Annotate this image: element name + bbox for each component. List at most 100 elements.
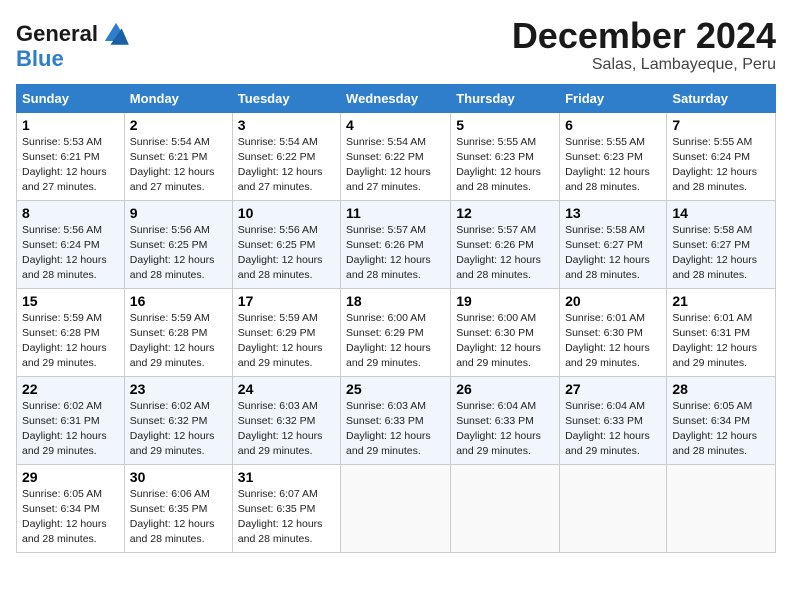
day-number: 21 xyxy=(672,293,770,309)
calendar-week-row: 8 Sunrise: 5:56 AM Sunset: 6:24 PM Daylig… xyxy=(17,200,776,288)
calendar-cell: 15Sunrise: 5:59 AM Sunset: 6:28 PM Dayli… xyxy=(17,288,125,376)
calendar-cell xyxy=(341,464,451,552)
day-number: 28 xyxy=(672,381,770,397)
cell-sun-info: Sunrise: 6:06 AM Sunset: 6:35 PM Dayligh… xyxy=(130,487,227,548)
day-number: 2 xyxy=(130,117,227,133)
cell-sun-info: Sunrise: 5:53 AM Sunset: 6:21 PM Dayligh… xyxy=(22,135,119,196)
calendar-cell: 5Sunrise: 5:55 AM Sunset: 6:23 PM Daylig… xyxy=(451,112,560,200)
calendar-header-friday: Friday xyxy=(560,84,667,112)
title-area: December 2024 Salas, Lambayeque, Peru xyxy=(512,16,776,74)
calendar-cell: 7Sunrise: 5:55 AM Sunset: 6:24 PM Daylig… xyxy=(667,112,776,200)
calendar-header-monday: Monday xyxy=(124,84,232,112)
calendar-cell: 13 Sunrise: 5:58 AM Sunset: 6:27 PM Dayli… xyxy=(560,200,667,288)
calendar-header-sunday: Sunday xyxy=(17,84,125,112)
calendar-cell: 25 Sunrise: 6:03 AM Sunset: 6:33 PM Dayli… xyxy=(341,376,451,464)
month-title: December 2024 xyxy=(512,16,776,56)
calendar-week-row: 15Sunrise: 5:59 AM Sunset: 6:28 PM Dayli… xyxy=(17,288,776,376)
calendar-cell: 18Sunrise: 6:00 AM Sunset: 6:29 PM Dayli… xyxy=(341,288,451,376)
cell-sun-info: Sunrise: 5:58 AM Sunset: 6:27 PM Dayligh… xyxy=(565,223,661,284)
day-number: 19 xyxy=(456,293,554,309)
day-number: 27 xyxy=(565,381,661,397)
cell-sun-info: Sunrise: 5:56 AM Sunset: 6:24 PM Dayligh… xyxy=(22,223,119,284)
cell-sun-info: Sunrise: 6:00 AM Sunset: 6:29 PM Dayligh… xyxy=(346,311,445,372)
calendar-cell: 31Sunrise: 6:07 AM Sunset: 6:35 PM Dayli… xyxy=(232,464,340,552)
calendar-week-row: 1Sunrise: 5:53 AM Sunset: 6:21 PM Daylig… xyxy=(17,112,776,200)
calendar-cell: 19 Sunrise: 6:00 AM Sunset: 6:30 PM Dayli… xyxy=(451,288,560,376)
calendar-cell: 1Sunrise: 5:53 AM Sunset: 6:21 PM Daylig… xyxy=(17,112,125,200)
calendar-cell: 2 Sunrise: 5:54 AM Sunset: 6:21 PM Daylig… xyxy=(124,112,232,200)
day-number: 25 xyxy=(346,381,445,397)
cell-sun-info: Sunrise: 5:59 AM Sunset: 6:29 PM Dayligh… xyxy=(238,311,335,372)
day-number: 14 xyxy=(672,205,770,221)
calendar-cell: 4 Sunrise: 5:54 AM Sunset: 6:22 PM Daylig… xyxy=(341,112,451,200)
day-number: 3 xyxy=(238,117,335,133)
calendar-cell: 30Sunrise: 6:06 AM Sunset: 6:35 PM Dayli… xyxy=(124,464,232,552)
cell-sun-info: Sunrise: 5:55 AM Sunset: 6:23 PM Dayligh… xyxy=(456,135,554,196)
calendar-cell: 14 Sunrise: 5:58 AM Sunset: 6:27 PM Dayli… xyxy=(667,200,776,288)
calendar-cell: 22 Sunrise: 6:02 AM Sunset: 6:31 PM Dayli… xyxy=(17,376,125,464)
cell-sun-info: Sunrise: 5:55 AM Sunset: 6:24 PM Dayligh… xyxy=(672,135,770,196)
day-number: 16 xyxy=(130,293,227,309)
calendar-header-tuesday: Tuesday xyxy=(232,84,340,112)
cell-sun-info: Sunrise: 5:54 AM Sunset: 6:21 PM Dayligh… xyxy=(130,135,227,196)
day-number: 11 xyxy=(346,205,445,221)
calendar-cell: 20Sunrise: 6:01 AM Sunset: 6:30 PM Dayli… xyxy=(560,288,667,376)
cell-sun-info: Sunrise: 6:03 AM Sunset: 6:33 PM Dayligh… xyxy=(346,399,445,460)
calendar-cell: 27 Sunrise: 6:04 AM Sunset: 6:33 PM Dayli… xyxy=(560,376,667,464)
calendar-cell: 17 Sunrise: 5:59 AM Sunset: 6:29 PM Dayli… xyxy=(232,288,340,376)
calendar-table: SundayMondayTuesdayWednesdayThursdayFrid… xyxy=(16,84,776,553)
cell-sun-info: Sunrise: 6:05 AM Sunset: 6:34 PM Dayligh… xyxy=(672,399,770,460)
calendar-cell xyxy=(667,464,776,552)
calendar-week-row: 22 Sunrise: 6:02 AM Sunset: 6:31 PM Dayli… xyxy=(17,376,776,464)
day-number: 4 xyxy=(346,117,445,133)
day-number: 9 xyxy=(130,205,227,221)
calendar-cell: 28 Sunrise: 6:05 AM Sunset: 6:34 PM Dayli… xyxy=(667,376,776,464)
day-number: 8 xyxy=(22,205,119,221)
day-number: 10 xyxy=(238,205,335,221)
cell-sun-info: Sunrise: 6:04 AM Sunset: 6:33 PM Dayligh… xyxy=(565,399,661,460)
calendar-cell: 29Sunrise: 6:05 AM Sunset: 6:34 PM Dayli… xyxy=(17,464,125,552)
calendar-body: 1Sunrise: 5:53 AM Sunset: 6:21 PM Daylig… xyxy=(17,112,776,552)
calendar-header-wednesday: Wednesday xyxy=(341,84,451,112)
calendar-cell: 10 Sunrise: 5:56 AM Sunset: 6:25 PM Dayli… xyxy=(232,200,340,288)
day-number: 23 xyxy=(130,381,227,397)
cell-sun-info: Sunrise: 5:57 AM Sunset: 6:26 PM Dayligh… xyxy=(346,223,445,284)
calendar-cell: 9 Sunrise: 5:56 AM Sunset: 6:25 PM Daylig… xyxy=(124,200,232,288)
cell-sun-info: Sunrise: 5:56 AM Sunset: 6:25 PM Dayligh… xyxy=(238,223,335,284)
cell-sun-info: Sunrise: 6:01 AM Sunset: 6:30 PM Dayligh… xyxy=(565,311,661,372)
day-number: 6 xyxy=(565,117,661,133)
cell-sun-info: Sunrise: 6:01 AM Sunset: 6:31 PM Dayligh… xyxy=(672,311,770,372)
cell-sun-info: Sunrise: 5:56 AM Sunset: 6:25 PM Dayligh… xyxy=(130,223,227,284)
day-number: 13 xyxy=(565,205,661,221)
day-number: 12 xyxy=(456,205,554,221)
calendar-cell: 12Sunrise: 5:57 AM Sunset: 6:26 PM Dayli… xyxy=(451,200,560,288)
calendar-cell: 21 Sunrise: 6:01 AM Sunset: 6:31 PM Dayli… xyxy=(667,288,776,376)
logo: General Blue xyxy=(16,20,130,70)
cell-sun-info: Sunrise: 5:58 AM Sunset: 6:27 PM Dayligh… xyxy=(672,223,770,284)
calendar-cell: 16Sunrise: 5:59 AM Sunset: 6:28 PM Dayli… xyxy=(124,288,232,376)
day-number: 22 xyxy=(22,381,119,397)
calendar-cell: 24Sunrise: 6:03 AM Sunset: 6:32 PM Dayli… xyxy=(232,376,340,464)
calendar-cell: 23 Sunrise: 6:02 AM Sunset: 6:32 PM Dayli… xyxy=(124,376,232,464)
cell-sun-info: Sunrise: 6:02 AM Sunset: 6:32 PM Dayligh… xyxy=(130,399,227,460)
cell-sun-info: Sunrise: 5:54 AM Sunset: 6:22 PM Dayligh… xyxy=(346,135,445,196)
calendar-cell: 11 Sunrise: 5:57 AM Sunset: 6:26 PM Dayli… xyxy=(341,200,451,288)
calendar-cell xyxy=(560,464,667,552)
calendar-cell: 8 Sunrise: 5:56 AM Sunset: 6:24 PM Daylig… xyxy=(17,200,125,288)
day-number: 17 xyxy=(238,293,335,309)
cell-sun-info: Sunrise: 6:00 AM Sunset: 6:30 PM Dayligh… xyxy=(456,311,554,372)
header: General Blue December 2024 Salas, Lambay… xyxy=(16,16,776,74)
calendar-header-thursday: Thursday xyxy=(451,84,560,112)
calendar-cell: 6Sunrise: 5:55 AM Sunset: 6:23 PM Daylig… xyxy=(560,112,667,200)
calendar-header-saturday: Saturday xyxy=(667,84,776,112)
cell-sun-info: Sunrise: 6:02 AM Sunset: 6:31 PM Dayligh… xyxy=(22,399,119,460)
day-number: 31 xyxy=(238,469,335,485)
location-title: Salas, Lambayeque, Peru xyxy=(512,56,776,74)
calendar-header-row: SundayMondayTuesdayWednesdayThursdayFrid… xyxy=(17,84,776,112)
logo-icon xyxy=(102,20,130,48)
cell-sun-info: Sunrise: 5:59 AM Sunset: 6:28 PM Dayligh… xyxy=(22,311,119,372)
calendar-cell: 3 Sunrise: 5:54 AM Sunset: 6:22 PM Daylig… xyxy=(232,112,340,200)
day-number: 26 xyxy=(456,381,554,397)
logo-text-general: General xyxy=(16,23,98,45)
cell-sun-info: Sunrise: 5:54 AM Sunset: 6:22 PM Dayligh… xyxy=(238,135,335,196)
